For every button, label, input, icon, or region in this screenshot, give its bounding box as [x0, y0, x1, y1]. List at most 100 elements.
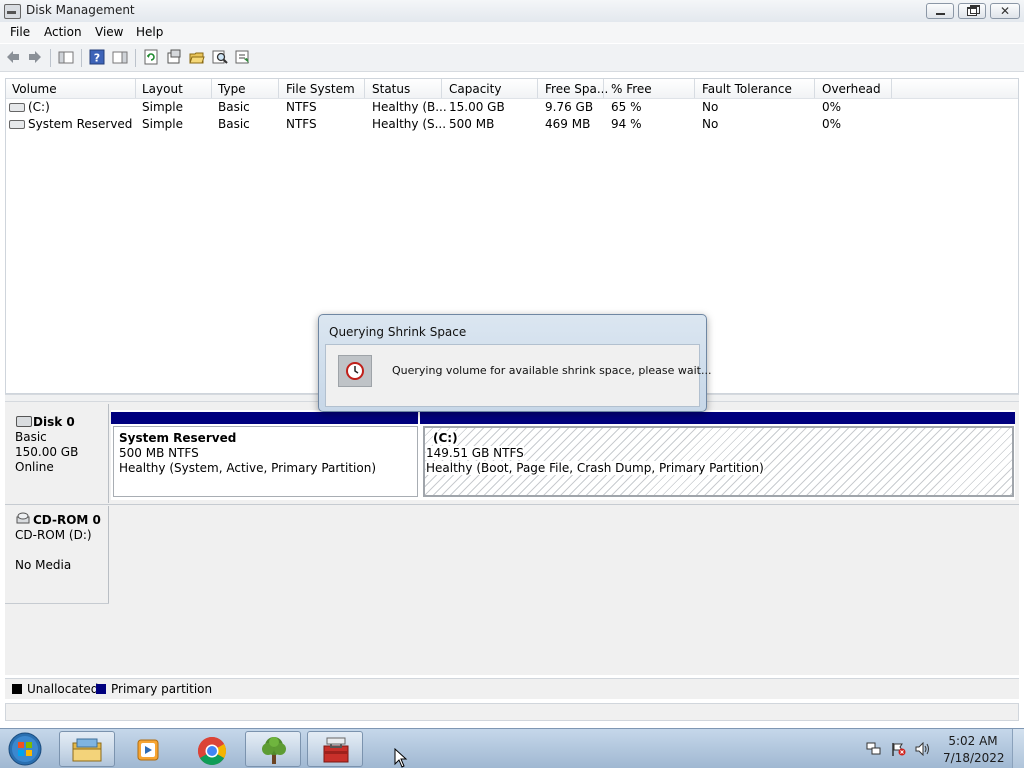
taskbar-toolbox-app[interactable] — [307, 731, 363, 767]
cdrom-name: CD-ROM 0 — [33, 513, 101, 527]
disk-0-label[interactable]: Disk 0 Basic 150.00 GB Online — [5, 404, 109, 503]
primary-partition-swatch — [96, 684, 106, 694]
menu-help[interactable]: Help — [136, 25, 163, 39]
column-header-status[interactable]: Status — [372, 82, 410, 96]
cd-rom-icon — [16, 512, 30, 524]
legend-primary-partition: Primary partition — [111, 682, 213, 696]
disk-status: Online — [15, 460, 54, 474]
cell-percent-free: 65 % — [611, 100, 642, 114]
column-divider[interactable] — [441, 79, 442, 98]
taskbar-explorer[interactable] — [59, 731, 115, 767]
cell-overhead: 0% — [822, 100, 842, 114]
windows-explorer-icon — [72, 738, 102, 762]
column-divider[interactable] — [603, 79, 604, 98]
console-tree-icon[interactable] — [58, 49, 74, 65]
cdrom-0-label[interactable]: CD-ROM 0 CD-ROM (D:) No Media — [5, 506, 109, 603]
column-divider[interactable] — [694, 79, 695, 98]
volume-icon[interactable] — [915, 742, 930, 756]
cell-file-system: NTFS — [286, 117, 317, 131]
taskbar-media-player[interactable] — [121, 731, 177, 767]
column-header-file-system[interactable]: File System — [286, 82, 355, 96]
column-header-fault-tolerance[interactable]: Fault Tolerance — [702, 82, 792, 96]
taskbar: 5:02 AM 7/18/2022 — [0, 728, 1024, 768]
rescan-icon[interactable] — [235, 49, 251, 65]
column-divider[interactable] — [135, 79, 136, 98]
minimize-button[interactable] — [926, 3, 954, 19]
column-header-overhead[interactable]: Overhead — [822, 82, 881, 96]
tree-app-icon — [262, 737, 286, 764]
clock-date[interactable]: 7/18/2022 — [943, 751, 1005, 765]
cdrom-drive: CD-ROM (D:) — [15, 528, 92, 542]
querying-shrink-space-dialog[interactable]: Querying Shrink Space Querying volume fo… — [318, 314, 711, 412]
taskbar-chrome[interactable] — [183, 731, 239, 767]
start-orb-icon[interactable] — [6, 731, 44, 767]
column-header-percent-free[interactable]: % Free — [611, 82, 652, 96]
restore-button[interactable] — [958, 3, 986, 19]
column-header-capacity[interactable]: Capacity — [449, 82, 501, 96]
table-row[interactable]: (C:) Simple Basic NTFS Healthy (B... 15.… — [6, 99, 1018, 116]
network-icon[interactable] — [866, 742, 881, 756]
hard-disk-icon — [16, 416, 32, 427]
disk-name: Disk 0 — [33, 415, 75, 429]
system-reserved-partition-bar — [111, 412, 418, 424]
column-divider[interactable] — [537, 79, 538, 98]
cell-free-space: 469 MB — [545, 117, 591, 131]
cell-volume: System Reserved — [28, 117, 133, 131]
clock-icon-frame — [338, 355, 372, 387]
partition-name: System Reserved — [119, 431, 237, 445]
media-player-icon — [137, 739, 159, 761]
cell-overhead: 0% — [822, 117, 842, 131]
cell-type: Basic — [218, 100, 250, 114]
close-button[interactable]: ✕ — [990, 3, 1020, 19]
partition-system-reserved[interactable]: System Reserved 500 MB NTFS Healthy (Sys… — [113, 426, 418, 497]
legend: Unallocated Primary partition — [5, 678, 1019, 699]
dialog-body: Querying volume for available shrink spa… — [325, 344, 711, 407]
show-pane-icon[interactable] — [112, 49, 128, 65]
open-icon[interactable] — [189, 49, 205, 65]
find-icon[interactable] — [212, 49, 228, 65]
column-header-type[interactable]: Type — [218, 82, 246, 96]
cell-capacity: 15.00 GB — [449, 100, 505, 114]
legend-unallocated: Unallocated — [27, 682, 99, 696]
column-divider[interactable] — [891, 79, 892, 98]
table-row[interactable]: System Reserved Simple Basic NTFS Health… — [6, 116, 1018, 133]
partition-size: 149.51 GB NTFS — [426, 446, 524, 460]
column-header-layout[interactable]: Layout — [142, 82, 183, 96]
graphical-disk-view: Disk 0 Basic 150.00 GB Online System Res… — [5, 402, 1019, 675]
partition-c-selected[interactable]: (C:) 149.51 GB NTFS Healthy (Boot, Page … — [423, 426, 1014, 497]
properties-icon[interactable] — [166, 49, 182, 65]
show-desktop-button[interactable] — [1012, 729, 1024, 768]
partition-name: (C:) — [433, 431, 458, 445]
taskbar-tree-app[interactable] — [245, 731, 301, 767]
title-bar: Disk Management ✕ — [0, 0, 1024, 23]
cell-status: Healthy (B... — [372, 100, 447, 114]
menu-file[interactable]: File — [10, 25, 30, 39]
partition-status: Healthy (Boot, Page File, Crash Dump, Pr… — [426, 461, 764, 475]
dialog-title: Querying Shrink Space — [329, 325, 467, 339]
toolbar-separator — [81, 49, 82, 67]
action-center-flag-icon[interactable] — [891, 742, 906, 756]
cell-fault-tolerance: No — [702, 117, 719, 131]
volume-drive-icon — [9, 103, 25, 112]
cdrom-0-area[interactable] — [111, 506, 1019, 603]
cell-status: Healthy (S... — [372, 117, 447, 131]
column-divider[interactable] — [364, 79, 365, 98]
column-header-volume[interactable]: Volume — [12, 82, 57, 96]
clock-icon — [346, 362, 364, 380]
refresh-icon[interactable] — [143, 49, 159, 65]
help-icon[interactable]: ? — [89, 49, 105, 65]
toolbar-separator — [135, 49, 136, 67]
clock-time[interactable]: 5:02 AM — [943, 734, 1003, 748]
column-header-free-space[interactable]: Free Spa... — [545, 82, 608, 96]
back-icon[interactable] — [5, 49, 21, 65]
column-divider[interactable] — [814, 79, 815, 98]
chrome-icon — [198, 737, 226, 765]
toolbox-app-icon — [323, 737, 349, 763]
forward-icon[interactable] — [27, 49, 43, 65]
column-divider[interactable] — [211, 79, 212, 98]
menu-action[interactable]: Action — [44, 25, 82, 39]
menu-view[interactable]: View — [95, 25, 123, 39]
menu-bar: File Action View Help — [0, 22, 1024, 43]
unallocated-swatch — [12, 684, 22, 694]
column-divider[interactable] — [278, 79, 279, 98]
